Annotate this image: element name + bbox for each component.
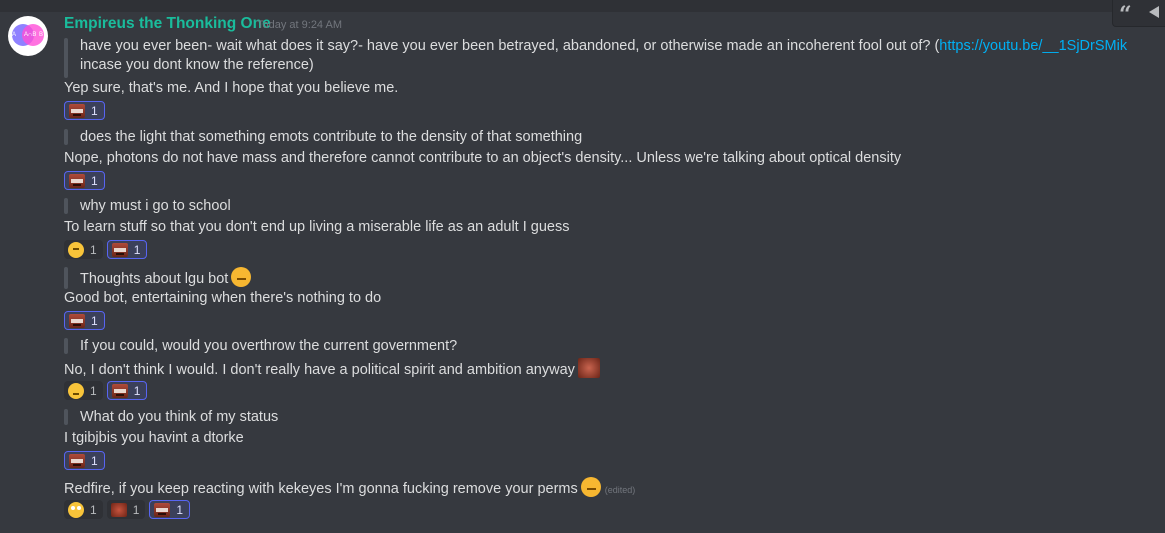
quote-text: What do you think of my status <box>80 409 279 425</box>
reaction-count: 1 <box>91 313 98 328</box>
reactions-row: 1 1 <box>64 381 148 400</box>
kekeyes-emoji <box>154 502 171 517</box>
reaction-count: 1 <box>133 242 141 257</box>
quote-text: does the light that something emots cont… <box>80 129 583 145</box>
reaction-flushed[interactable]: 1 <box>64 500 103 519</box>
edited-label: (edited) <box>604 485 636 495</box>
quote-text: have you ever been- wait what does it sa… <box>80 38 1128 54</box>
kekeyes-emoji <box>69 453 85 468</box>
quote-icon[interactable]: “ <box>1119 2 1132 28</box>
reaction-count: 1 <box>176 502 184 517</box>
reaction-count: 1 <box>90 242 97 257</box>
reaction-count: 1 <box>90 383 97 398</box>
reactions-row: 1 <box>64 311 105 330</box>
reaction-kekeyes[interactable]: 1 <box>64 311 105 330</box>
flushed-emoji <box>68 501 84 518</box>
smirk-emoji <box>580 477 601 497</box>
reactions-row: 1 1 1 <box>64 500 191 519</box>
quote-text: why must i go to school <box>80 198 231 214</box>
worried-emoji <box>68 382 84 399</box>
reaction-kekeyes[interactable]: 1 <box>149 500 191 519</box>
quote-block: does the light that something emots cont… <box>64 129 582 145</box>
quote-block: If you could, would you overthrow the cu… <box>64 338 457 354</box>
reaction-thinking[interactable]: 1 <box>64 240 103 259</box>
message-timestamp: Today at 9:24 AM <box>257 19 342 31</box>
answer-text: Good bot, entertaining when there's noth… <box>64 290 382 306</box>
quote-text-continued: incase you dont know the reference) <box>80 57 314 73</box>
reaction-count: 1 <box>133 383 141 398</box>
quote-block: Thoughts about lgu bot <box>64 267 252 289</box>
message-line: Redfire, if you keep reacting with kekey… <box>64 477 635 500</box>
quote-text: Thoughts about lgu bot <box>80 271 229 287</box>
chat-top-bar <box>0 0 1165 12</box>
kekeyes-emoji <box>69 173 85 188</box>
message-text: Redfire, if you keep reacting with kekey… <box>64 481 578 497</box>
kekeyes-emoji <box>111 383 128 398</box>
kekeyes-emoji <box>577 358 600 378</box>
answer-line: No, I don't think I would. I don't reall… <box>64 358 600 380</box>
avatar-letter-b: B <box>39 32 44 38</box>
reactions-row: 1 <box>64 171 105 190</box>
smirk-emoji <box>231 267 252 287</box>
reactions-row: 1 1 <box>64 240 148 259</box>
reaction-kekeyes[interactable]: 1 <box>64 451 105 470</box>
thinking-emoji <box>68 241 84 258</box>
author-name[interactable]: Empireus the Thonking One <box>64 15 271 33</box>
reaction-kekeyes[interactable]: 1 <box>106 381 148 400</box>
answer-text: Nope, photons do not have mass and there… <box>64 150 902 166</box>
kekeyes-emoji <box>69 103 85 118</box>
quote-text: If you could, would you overthrow the cu… <box>80 338 458 354</box>
reaction-kekeyes[interactable]: 1 <box>64 171 105 190</box>
reactions-row: 1 <box>64 451 105 470</box>
reaction-eyes[interactable]: 1 <box>106 500 146 519</box>
answer-text: Yep sure, that's me. And I hope that you… <box>64 80 399 96</box>
quote-block: why must i go to school <box>64 198 231 214</box>
reaction-kekeyes[interactable]: 1 <box>64 101 105 120</box>
message-toolbar: “ <box>1112 0 1165 28</box>
kekeyes-emoji <box>111 242 128 257</box>
quote-block: have you ever been- wait what does it sa… <box>64 38 1127 78</box>
reactions-row: 1 <box>64 101 105 120</box>
reaction-count: 1 <box>91 103 98 118</box>
reaction-count: 1 <box>91 173 98 188</box>
reaction-count: 1 <box>132 502 140 517</box>
reaction-count: 1 <box>91 453 98 468</box>
answer-text: I tgibjbis you havint a dtorke <box>64 430 244 446</box>
more-icon[interactable] <box>1149 6 1159 18</box>
answer-text: No, I don't think I would. I don't reall… <box>64 362 575 378</box>
reaction-worried[interactable]: 1 <box>64 381 103 400</box>
avatar[interactable]: A A∩B B <box>8 16 48 56</box>
reaction-count: 1 <box>90 502 97 517</box>
avatar-letter-a: A <box>12 32 17 38</box>
answer-text: To learn stuff so that you don't end up … <box>64 219 570 235</box>
eyes-emoji <box>110 502 127 517</box>
youtube-link[interactable]: https://youtu.be/__1SjDrSMik <box>939 38 1127 54</box>
kekeyes-emoji <box>69 313 85 328</box>
avatar-letter-mid: A∩B <box>24 32 37 38</box>
reaction-kekeyes[interactable]: 1 <box>106 240 148 259</box>
quote-block: What do you think of my status <box>64 409 278 425</box>
